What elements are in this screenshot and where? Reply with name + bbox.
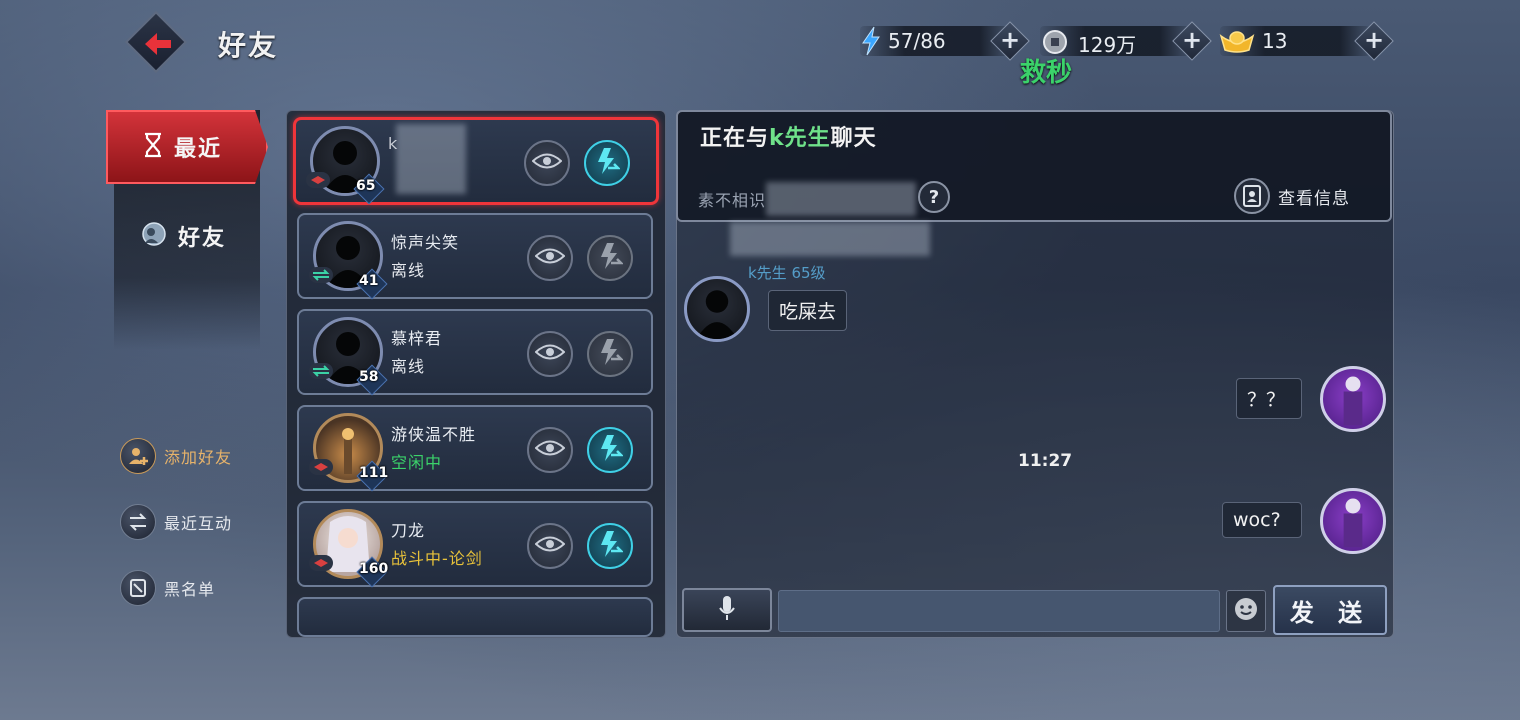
plus-icon[interactable]: +	[1178, 26, 1206, 54]
stamina-icon	[860, 26, 882, 60]
message-input[interactable]	[778, 590, 1220, 632]
emoji-button[interactable]	[1226, 590, 1266, 632]
tab-recent[interactable]: 最近	[106, 110, 268, 184]
friend-entry[interactable]: 65 k	[293, 117, 659, 205]
message-bubble: ？？	[1236, 378, 1302, 419]
interaction-icon	[120, 504, 156, 540]
eye-icon	[534, 439, 566, 461]
view-friend-button[interactable]	[524, 140, 570, 186]
recent-interaction-button[interactable]: 最近互动	[120, 502, 232, 542]
gold-value: 13	[1262, 29, 1288, 53]
interact-button[interactable]	[587, 331, 633, 377]
lightning-arrow-icon	[597, 433, 625, 467]
friend-status: 战斗中-论剑	[391, 549, 483, 568]
recent-interaction-label: 最近互动	[164, 514, 233, 533]
blacklist-button[interactable]: 黑名单	[120, 568, 215, 608]
friend-name: 刀龙	[391, 521, 426, 540]
stamina-value: 57/86	[888, 29, 946, 53]
blacklist-icon	[120, 570, 156, 606]
gold-ingot-icon	[1218, 28, 1256, 58]
obscured-region	[730, 222, 930, 256]
friend-status: 空闲中	[391, 453, 443, 472]
view-friend-button[interactable]	[527, 427, 573, 473]
message-bubble: woc?	[1222, 502, 1302, 538]
obscured-region	[766, 182, 916, 216]
profile-card-icon	[1234, 178, 1270, 214]
lightning-arrow-icon	[594, 146, 622, 180]
message-bubble: 吃屎去	[768, 290, 848, 331]
overlay-caption: 救秒	[1020, 58, 1073, 88]
eye-icon	[534, 247, 566, 269]
friend-entry[interactable]: 41 惊声尖笑 离线	[297, 213, 653, 300]
blacklist-label: 黑名单	[164, 580, 216, 599]
friend-entry[interactable]: 160 刀龙 战斗中-论剑	[297, 501, 653, 588]
view-info-label: 查看信息	[1278, 188, 1350, 209]
interact-button[interactable]	[587, 427, 633, 473]
eye-icon	[534, 343, 566, 365]
send-button[interactable]: 发 送	[1273, 585, 1387, 635]
friend-entry-partial[interactable]	[297, 597, 653, 637]
view-friend-button[interactable]	[527, 235, 573, 281]
obscured-region	[396, 124, 466, 194]
help-button[interactable]: ?	[918, 181, 950, 213]
chat-title: 正在与k先生聊天	[700, 126, 877, 151]
sender-tag: k先生 65级	[748, 264, 826, 282]
add-friend-icon	[120, 438, 156, 474]
page-title: 好友	[218, 29, 279, 62]
tab-friends[interactable]: 好友	[114, 196, 260, 276]
add-friend-label: 添加好友	[164, 448, 233, 467]
friend-name: 游侠温不胜	[391, 425, 477, 444]
friend-name: 慕梓君	[391, 329, 443, 348]
faction-icon	[309, 459, 333, 475]
tab-friends-label: 好友	[178, 226, 227, 251]
lightning-arrow-icon	[597, 241, 625, 275]
friend-list[interactable]: 65 k 41 惊声尖笑 离线 58 慕梓君 离线 111 游侠温不胜 空闲中 …	[286, 110, 666, 638]
friend-level: 111	[359, 465, 389, 481]
plus-icon[interactable]: +	[996, 26, 1024, 54]
friend-name: 惊声尖笑	[391, 233, 460, 252]
friend-level: 65	[356, 178, 376, 194]
friends-icon	[140, 221, 168, 251]
view-friend-button[interactable]	[527, 523, 573, 569]
add-friend-button[interactable]: 添加好友	[120, 436, 232, 476]
eye-icon	[531, 152, 563, 174]
my-avatar[interactable]	[1320, 366, 1386, 432]
voice-button[interactable]	[682, 588, 772, 632]
faction-icon	[306, 172, 330, 188]
interact-button[interactable]	[587, 235, 633, 281]
interact-button[interactable]	[584, 140, 630, 186]
faction-icon	[309, 555, 333, 571]
back-arrow-icon[interactable]	[138, 24, 178, 64]
plus-icon[interactable]: +	[1360, 26, 1388, 54]
lightning-arrow-icon	[597, 337, 625, 371]
view-info-button[interactable]: 查看信息	[1234, 178, 1350, 214]
my-avatar[interactable]	[1320, 488, 1386, 554]
coin-value: 129万	[1078, 33, 1137, 57]
friend-entry[interactable]: 111 游侠温不胜 空闲中	[297, 405, 653, 492]
smiley-icon	[1233, 596, 1259, 626]
hourglass-icon	[142, 132, 164, 162]
interact-button[interactable]	[587, 523, 633, 569]
friend-level: 41	[359, 273, 379, 289]
friend-status: 离线	[391, 357, 426, 376]
friend-level: 160	[359, 561, 389, 577]
timestamp: 11:27	[1018, 451, 1073, 471]
eye-icon	[534, 535, 566, 557]
lightning-arrow-icon	[597, 529, 625, 563]
friend-status: 离线	[391, 261, 426, 280]
friend-entry[interactable]: 58 慕梓君 离线	[297, 309, 653, 396]
microphone-icon	[717, 594, 737, 626]
faction-icon	[309, 363, 333, 379]
faction-icon	[309, 267, 333, 283]
chat-partner-name: k先生	[769, 126, 831, 151]
partner-avatar[interactable]	[684, 276, 750, 342]
tab-recent-label: 最近	[174, 137, 223, 162]
view-friend-button[interactable]	[527, 331, 573, 377]
friend-level: 58	[359, 369, 379, 385]
relation-label: 素不相识	[698, 191, 767, 210]
